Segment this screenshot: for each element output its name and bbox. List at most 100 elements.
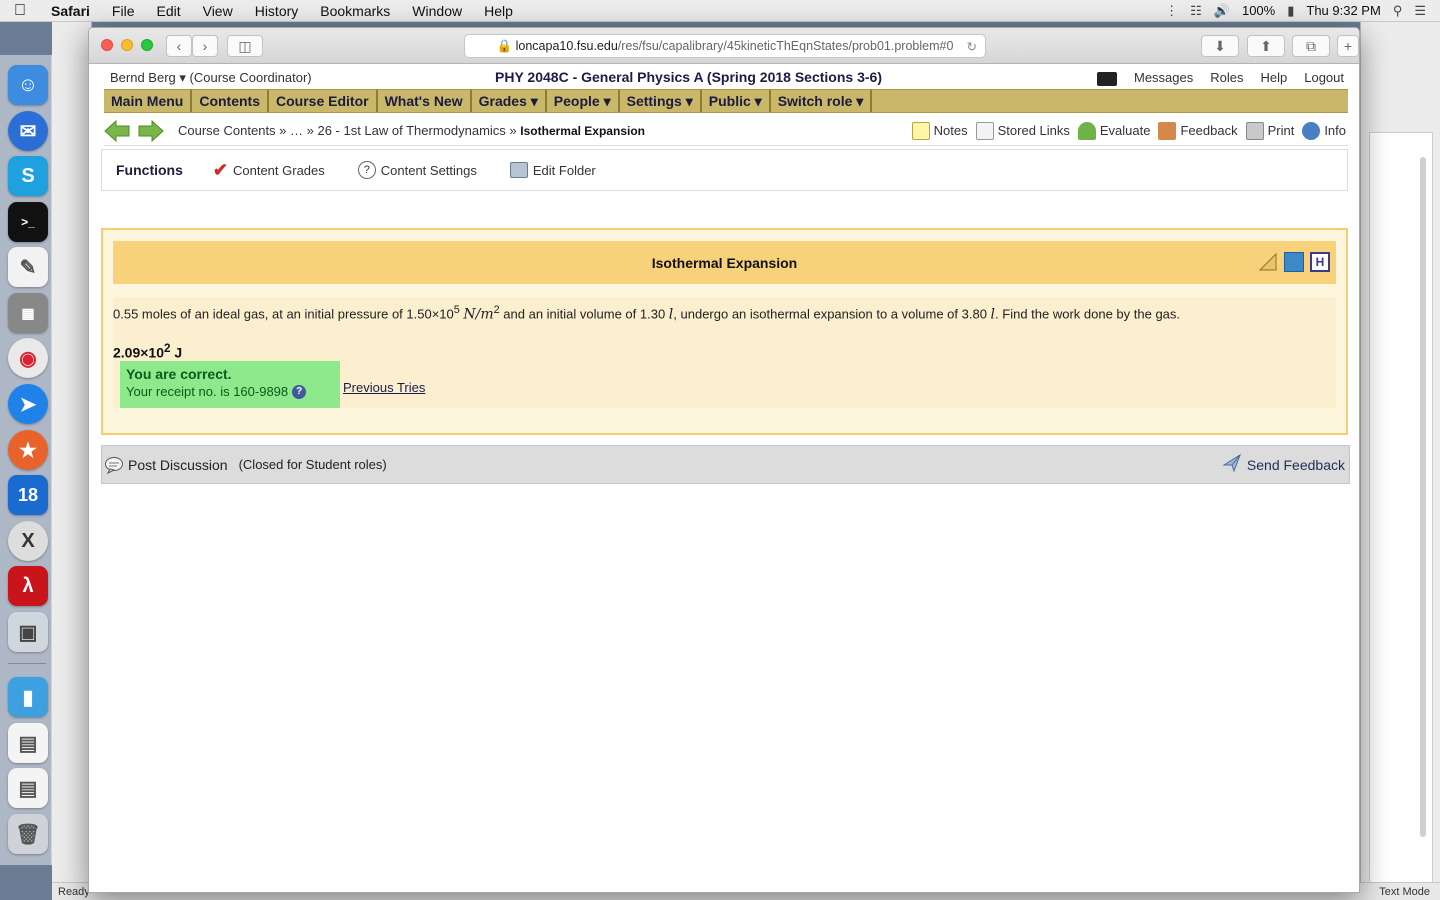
- finder-icon[interactable]: ☺: [8, 65, 48, 105]
- question-unit-pressure: N/m: [463, 306, 494, 323]
- functions-heading: Functions: [116, 162, 183, 178]
- print-label: Print: [1267, 123, 1295, 138]
- evaluate-tool[interactable]: Evaluate: [1077, 121, 1150, 140]
- send-feedback-link[interactable]: Send Feedback: [1222, 453, 1345, 476]
- edit-folder-link[interactable]: Edit Folder: [509, 162, 596, 178]
- stored-links-tool[interactable]: Stored Links: [975, 121, 1070, 140]
- edit-problem-icon[interactable]: H: [1310, 252, 1330, 272]
- close-window-button[interactable]: [101, 39, 113, 51]
- feedback-icon: [1158, 121, 1177, 140]
- menu-help[interactable]: Help: [473, 3, 524, 19]
- content-settings-link[interactable]: ? Content Settings: [357, 161, 477, 179]
- menu-grades[interactable]: Grades ▾: [472, 90, 547, 112]
- new-tab-button[interactable]: +: [1337, 35, 1359, 57]
- trash-icon[interactable]: 🗑: [8, 814, 48, 854]
- folder-icon[interactable]: ▮: [8, 677, 48, 717]
- chrome-icon[interactable]: ◉: [8, 338, 48, 378]
- menu-view[interactable]: View: [192, 3, 244, 19]
- menu-public[interactable]: Public ▾: [702, 90, 771, 112]
- clock[interactable]: Thu 9:32 PM: [1306, 3, 1380, 18]
- menu-window[interactable]: Window: [401, 3, 473, 19]
- bluetooth-dots-icon[interactable]: ⋮: [1165, 3, 1178, 19]
- notes-label: Notes: [933, 123, 968, 138]
- zoom-window-button[interactable]: [141, 39, 153, 51]
- answer-base: 2.09×10: [113, 344, 164, 361]
- downloads-button[interactable]: ⬇: [1201, 35, 1239, 57]
- forward-button[interactable]: ›: [192, 35, 218, 57]
- textedit-icon[interactable]: ✎: [8, 247, 48, 287]
- image-capture-icon[interactable]: ▣: [8, 612, 48, 652]
- content-grades-link[interactable]: ✔ Content Grades: [213, 160, 325, 181]
- previous-tries-link[interactable]: Previous Tries: [343, 380, 425, 395]
- send-feedback-icon: [1222, 453, 1244, 476]
- terminal-icon[interactable]: >_: [8, 202, 48, 242]
- ruler-icon[interactable]: [1258, 252, 1278, 272]
- menu-people[interactable]: People ▾: [547, 90, 620, 112]
- volume-icon[interactable]: 🔊: [1214, 3, 1230, 19]
- battery-icon[interactable]: ▮: [1287, 3, 1294, 19]
- breadcrumb-current: Isothermal Expansion: [520, 124, 645, 138]
- tabs-overview-button[interactable]: ⧉: [1292, 35, 1330, 57]
- macos-menubar:  Safari File Edit View History Bookmark…: [0, 0, 1440, 22]
- battery-percent[interactable]: 100%: [1242, 3, 1275, 18]
- safari-icon[interactable]: ➤: [8, 384, 48, 424]
- settings-document-icon: ?: [357, 161, 376, 179]
- menu-contents[interactable]: Contents: [192, 90, 270, 112]
- background-scrollbar[interactable]: [1420, 157, 1426, 837]
- skype-icon[interactable]: S: [8, 156, 48, 196]
- send-feedback-label: Send Feedback: [1246, 456, 1345, 473]
- messages-link[interactable]: Messages: [1134, 70, 1193, 85]
- menu-edit[interactable]: Edit: [145, 3, 191, 19]
- menu-course-editor[interactable]: Course Editor: [269, 90, 378, 112]
- document2-icon[interactable]: ▤: [8, 768, 48, 808]
- reload-icon[interactable]: ↻: [967, 39, 977, 54]
- thunderbird-icon[interactable]: ✉: [8, 111, 48, 151]
- post-discussion-link[interactable]: Post Discussion: [128, 457, 228, 473]
- wifi-icon[interactable]: ☷: [1190, 3, 1202, 19]
- logout-link[interactable]: Logout: [1304, 70, 1344, 85]
- calculator-icon[interactable]: ▦: [8, 293, 48, 333]
- top-links: Messages Roles Help Logout: [1096, 70, 1344, 86]
- status-text-mode: Text Mode: [1379, 885, 1430, 898]
- reading-icon[interactable]: [1284, 252, 1304, 272]
- address-bar[interactable]: 🔒 loncapa10.fsu.edu/res/fsu/capalibrary/…: [464, 34, 986, 58]
- previous-resource-arrow-icon[interactable]: [104, 119, 130, 142]
- next-resource-arrow-icon[interactable]: [138, 119, 164, 142]
- back-button[interactable]: ‹: [166, 35, 192, 57]
- menu-settings[interactable]: Settings ▾: [620, 90, 702, 112]
- firefox-icon[interactable]: ★: [8, 430, 48, 470]
- breadcrumb-path[interactable]: Course Contents » … » 26 - 1st Law of Th…: [178, 123, 517, 138]
- safari-window: ‹ › ◫ 🔒 loncapa10.fsu.edu/res/fsu/capali…: [88, 27, 1360, 893]
- main-menu-bar: Main Menu Contents Course Editor What's …: [104, 89, 1348, 113]
- notes-tool[interactable]: Notes: [911, 121, 968, 140]
- menu-switch-role[interactable]: Switch role ▾: [771, 90, 873, 112]
- messages-icon[interactable]: [1096, 71, 1117, 86]
- menu-file[interactable]: File: [101, 3, 146, 19]
- apple-menu-icon[interactable]: : [0, 2, 40, 20]
- safari-toolbar: ‹ › ◫ 🔒 loncapa10.fsu.edu/res/fsu/capali…: [89, 28, 1359, 64]
- problem-body: 0.55 moles of an ideal gas, at an initia…: [113, 298, 1336, 408]
- user-name-dropdown[interactable]: Bernd Berg ▾: [110, 70, 186, 85]
- print-tool[interactable]: Print: [1245, 121, 1295, 140]
- spotlight-icon[interactable]: ⚲: [1393, 3, 1403, 19]
- roles-link[interactable]: Roles: [1210, 70, 1243, 85]
- feedback-tool[interactable]: Feedback: [1158, 121, 1238, 140]
- minimize-window-button[interactable]: [121, 39, 133, 51]
- menu-history[interactable]: History: [244, 3, 310, 19]
- maple-icon[interactable]: 18: [8, 475, 48, 515]
- menu-whats-new[interactable]: What's New: [378, 90, 472, 112]
- info-tool[interactable]: Info: [1302, 121, 1346, 140]
- sidebar-toggle-button[interactable]: ◫: [227, 35, 263, 57]
- help-link[interactable]: Help: [1260, 70, 1287, 85]
- menu-bookmarks[interactable]: Bookmarks: [309, 3, 401, 19]
- share-button[interactable]: ⬆: [1247, 35, 1285, 57]
- functions-bar: Functions ✔ Content Grades ? Content Set…: [101, 149, 1348, 191]
- background-window-right: [1360, 22, 1440, 900]
- acrobat-icon[interactable]: λ: [8, 566, 48, 606]
- help-icon[interactable]: ?: [292, 384, 307, 399]
- menu-app-name[interactable]: Safari: [40, 3, 101, 19]
- notification-center-icon[interactable]: ☰: [1414, 3, 1426, 19]
- x11-icon[interactable]: X: [8, 521, 48, 561]
- menu-main-menu[interactable]: Main Menu: [104, 90, 193, 112]
- document-icon[interactable]: ▤: [8, 723, 48, 763]
